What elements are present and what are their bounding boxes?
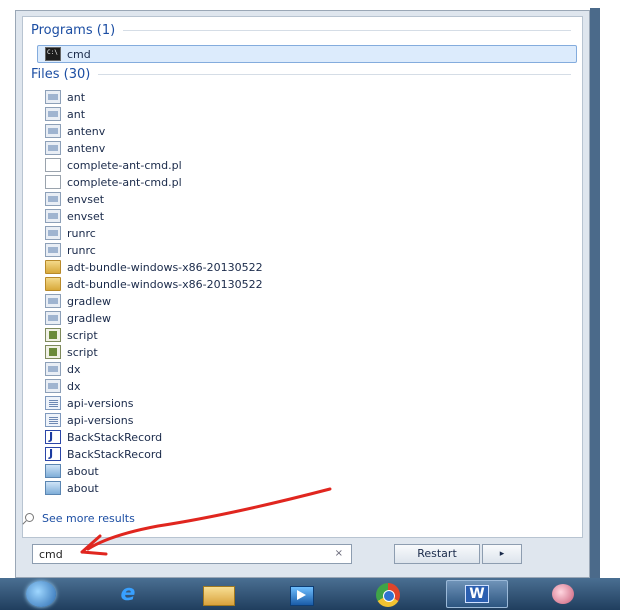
word-icon-letter: W	[465, 585, 489, 603]
file-item[interactable]: script	[45, 327, 98, 343]
program-item-cmd[interactable]: cmd	[45, 46, 91, 62]
file-item[interactable]: api-versions	[45, 412, 133, 428]
files-header: Files (30)	[31, 67, 571, 82]
word-icon[interactable]: W	[446, 580, 508, 608]
java-file-icon	[45, 447, 61, 461]
file-item[interactable]: antenv	[45, 123, 105, 139]
file-item[interactable]: gradlew	[45, 310, 111, 326]
file-item-label: BackStackRecord	[67, 447, 163, 461]
files-header-label: Files (30)	[31, 67, 91, 82]
programs-header-label: Programs (1)	[31, 23, 116, 38]
file-item-label: script	[67, 328, 98, 342]
see-more-results-link[interactable]: See more results	[22, 512, 135, 525]
file-item-label: api-versions	[67, 396, 134, 410]
file-item[interactable]: script	[45, 344, 98, 360]
file-item-label: dx	[67, 362, 81, 376]
restart-button[interactable]: Restart	[394, 544, 480, 564]
file-item-label: adt-bundle-windows-x86-20130522	[67, 260, 263, 274]
batch-file-icon	[45, 243, 61, 257]
blank-file-icon	[45, 175, 61, 189]
file-item-label: ant	[67, 107, 86, 121]
taskbar: e W	[0, 578, 620, 610]
search-input[interactable]: cmd ×	[32, 544, 352, 564]
file-item-label: gradlew	[67, 294, 112, 308]
batch-file-icon	[45, 141, 61, 155]
internet-explorer-icon[interactable]: e	[98, 580, 158, 608]
file-item[interactable]: BackStackRecord	[45, 446, 162, 462]
script-icon	[45, 345, 61, 359]
batch-file-icon	[45, 192, 61, 206]
file-item[interactable]: adt-bundle-windows-x86-20130522	[45, 259, 263, 275]
batch-file-icon	[45, 379, 61, 393]
media-player-icon[interactable]	[272, 580, 332, 608]
image-file-icon	[45, 464, 61, 478]
file-item-label: runrc	[67, 243, 96, 257]
file-item-label: api-versions	[67, 413, 134, 427]
search-results-panel: Programs (1) cmd Files (30) ant ant ante…	[22, 16, 583, 538]
file-item-label: about	[67, 464, 99, 478]
image-file-icon	[45, 481, 61, 495]
document-icon	[45, 396, 61, 410]
file-item-label: complete-ant-cmd.pl	[67, 175, 182, 189]
file-item-label: gradlew	[67, 311, 112, 325]
file-item-label: envset	[67, 209, 105, 223]
blank-file-icon	[45, 158, 61, 172]
batch-file-icon	[45, 362, 61, 376]
file-item[interactable]: runrc	[45, 225, 96, 241]
batch-file-icon	[45, 124, 61, 138]
file-item[interactable]: gradlew	[45, 293, 111, 309]
chrome-icon[interactable]	[358, 580, 418, 608]
file-item[interactable]: about	[45, 480, 99, 496]
cmd-icon	[45, 47, 61, 61]
shutdown-options-button[interactable]: ▸	[482, 544, 522, 564]
file-item[interactable]: antenv	[45, 140, 105, 156]
script-icon	[45, 328, 61, 342]
paint-icon[interactable]	[534, 580, 594, 608]
batch-file-icon	[45, 294, 61, 308]
explorer-folder-icon[interactable]	[188, 580, 248, 608]
magnifier-icon	[22, 512, 34, 525]
folder-icon	[45, 277, 61, 291]
batch-file-icon	[45, 209, 61, 223]
file-item-label: ant	[67, 90, 86, 104]
file-item-label: envset	[67, 192, 105, 206]
batch-file-icon	[45, 226, 61, 240]
java-file-icon	[45, 430, 61, 444]
search-input-value: cmd	[39, 547, 63, 561]
see-more-label: See more results	[42, 512, 135, 525]
file-item[interactable]: BackStackRecord	[45, 429, 162, 445]
window-edge-shadow	[590, 8, 600, 580]
folder-icon	[45, 260, 61, 274]
file-item-label: script	[67, 345, 98, 359]
file-item[interactable]: runrc	[45, 242, 96, 258]
file-item[interactable]: about	[45, 463, 99, 479]
file-item[interactable]: dx	[45, 361, 81, 377]
file-item[interactable]: complete-ant-cmd.pl	[45, 174, 182, 190]
batch-file-icon	[45, 311, 61, 325]
selected-result-highlight	[37, 45, 577, 63]
file-item-label: adt-bundle-windows-x86-20130522	[67, 277, 263, 291]
file-item[interactable]: envset	[45, 191, 104, 207]
file-item-label: complete-ant-cmd.pl	[67, 158, 182, 172]
clear-search-icon[interactable]: ×	[335, 548, 343, 559]
programs-header: Programs (1)	[31, 23, 571, 38]
file-item-label: runrc	[67, 226, 96, 240]
batch-file-icon	[45, 107, 61, 121]
file-item[interactable]: adt-bundle-windows-x86-20130522	[45, 276, 263, 292]
file-item-label: BackStackRecord	[67, 430, 163, 444]
file-item[interactable]: api-versions	[45, 395, 133, 411]
batch-file-icon	[45, 90, 61, 104]
document-icon	[45, 413, 61, 427]
file-item[interactable]: dx	[45, 378, 81, 394]
file-item-label: about	[67, 481, 99, 495]
file-item[interactable]: envset	[45, 208, 104, 224]
file-item[interactable]: ant	[45, 106, 85, 122]
file-item-label: dx	[67, 379, 81, 393]
file-item[interactable]: ant	[45, 89, 85, 105]
start-orb-icon[interactable]	[12, 580, 74, 608]
program-item-label: cmd	[67, 47, 91, 61]
file-item[interactable]: complete-ant-cmd.pl	[45, 157, 182, 173]
file-item-label: antenv	[67, 141, 106, 155]
file-item-label: antenv	[67, 124, 106, 138]
